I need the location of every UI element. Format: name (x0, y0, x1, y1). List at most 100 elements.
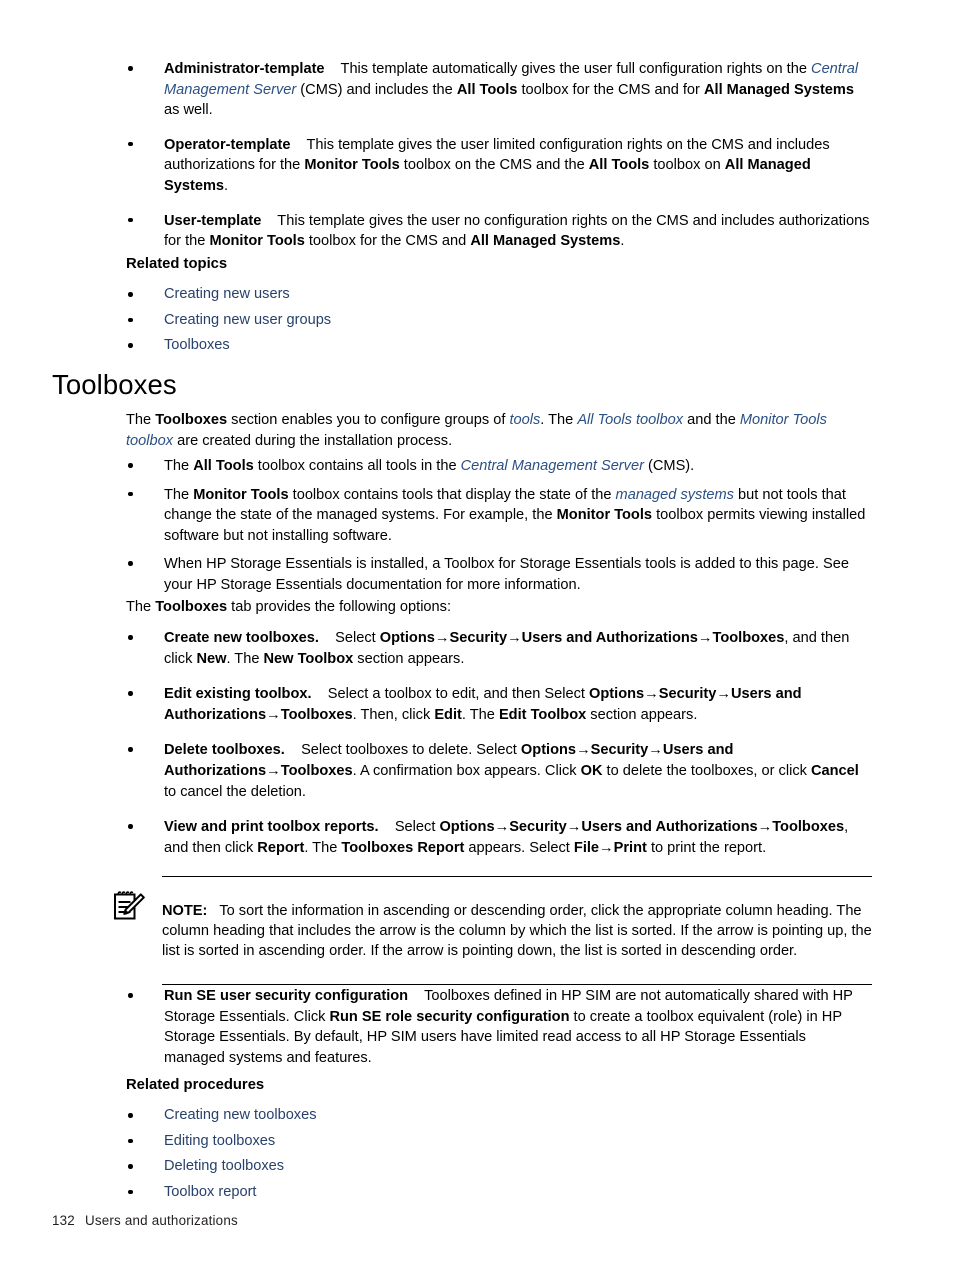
link-tools[interactable]: tools (509, 412, 540, 428)
bullet-icon (128, 691, 133, 696)
option-edit-existing-toolbox: Edit existing toolbox. Select a toolbox … (164, 686, 802, 723)
note-label: NOTE: (162, 902, 208, 919)
list-item: Creating new toolboxes (128, 1103, 870, 1129)
list-item: Create new toolboxes. Select Options→Sec… (128, 628, 870, 669)
list-item: Administrator-template This template aut… (128, 59, 870, 121)
note-paragraph: NOTE: To sort the information in ascendi… (162, 901, 872, 962)
bullet-icon (128, 993, 133, 998)
bullet-icon (128, 141, 133, 147)
template-user-paragraph: User-template This template gives the us… (164, 212, 870, 250)
term-label: User-template (164, 212, 262, 229)
bullet-icon (128, 217, 133, 223)
arrow-icon: → (599, 839, 614, 856)
bullet-icon (128, 491, 133, 497)
page-footer: 132 Users and authorizations (52, 1213, 238, 1228)
link-creating-new-users[interactable]: Creating new users (164, 286, 290, 302)
bullet-icon (128, 1189, 133, 1195)
list-item: View and print toolbox reports. Select O… (128, 817, 870, 858)
related-topics-heading: Related topics (126, 256, 228, 272)
section-heading-wrap: Toolboxes (52, 370, 882, 400)
bullet-icon (128, 1113, 133, 1118)
list-item: Delete toolboxes. Select toolboxes to de… (128, 740, 870, 802)
term-label: Create new toolboxes. (164, 630, 319, 646)
bullet-all-tools: The All Tools toolbox contains all tools… (164, 458, 695, 474)
se-security-bullet-wrap: Run SE user security configuration Toolb… (128, 986, 870, 1068)
bullet-icon (128, 292, 133, 297)
term-label: Administrator-template (164, 61, 325, 77)
option-view-print-toolbox-reports: View and print toolbox reports. Select O… (164, 819, 849, 856)
arrow-icon: → (757, 819, 773, 836)
note-body: NOTE: To sort the information in ascendi… (110, 877, 872, 984)
list-item: Creating new users (128, 282, 870, 308)
arrow-icon: → (716, 686, 731, 703)
bullet-icon (128, 1164, 133, 1169)
arrow-icon: → (266, 706, 281, 723)
related-procedures-heading-wrap: Related procedures (126, 1076, 870, 1095)
arrow-icon: → (434, 630, 450, 646)
toolbox-options-list: Create new toolboxes. Select Options→Sec… (128, 628, 870, 858)
note-text: To sort the information in ascending or … (162, 902, 872, 960)
tab-options-intro-paragraph: The Toolboxes tab provides the following… (126, 599, 452, 615)
note-admonition: NOTE: To sort the information in ascendi… (110, 876, 872, 986)
list-item: Operator-template This template gives th… (128, 135, 870, 197)
template-operator-paragraph: Operator-template This template gives th… (164, 136, 830, 194)
bullet-icon (128, 66, 133, 71)
list-item: User-template This template gives the us… (128, 211, 870, 252)
link-creating-new-user-groups[interactable]: Creating new user groups (164, 312, 331, 328)
list-item: Creating new user groups (128, 308, 870, 334)
term-label: View and print toolbox reports. (164, 819, 379, 836)
term-label: Delete toolboxes. (164, 742, 285, 759)
bullet-icon (128, 824, 133, 829)
bullet-icon (128, 635, 133, 640)
list-item: The All Tools toolbox contains all tools… (128, 456, 870, 477)
bullet-run-se-user-security-configuration: Run SE user security configuration Toolb… (164, 988, 853, 1066)
link-central-management-server[interactable]: Central Management Server (461, 458, 644, 474)
bullet-icon (128, 343, 133, 348)
list-item: Toolbox report (128, 1180, 870, 1206)
link-editing-toolboxes[interactable]: Editing toolboxes (164, 1133, 275, 1149)
arrow-icon: → (576, 742, 591, 759)
templates-list: Administrator-template This template aut… (128, 59, 870, 252)
link-creating-new-toolboxes[interactable]: Creating new toolboxes (164, 1107, 317, 1123)
related-procedures-heading: Related procedures (126, 1077, 265, 1093)
bullet-icon (128, 561, 133, 566)
link-toolbox-report[interactable]: Toolbox report (164, 1184, 256, 1200)
option-delete-toolboxes: Delete toolboxes. Select toolboxes to de… (164, 742, 859, 800)
arrow-icon: → (266, 762, 281, 779)
term-label: Run SE user security configuration (164, 988, 409, 1004)
arrow-icon: → (648, 742, 663, 759)
related-topics-list: Creating new users Creating new user gro… (128, 282, 870, 359)
footer-chapter-title: Users and authorizations (84, 1213, 238, 1228)
link-deleting-toolboxes[interactable]: Deleting toolboxes (164, 1158, 284, 1174)
related-procedures-list: Creating new toolboxes Editing toolboxes… (128, 1103, 870, 1205)
bullet-monitor-tools: The Monitor Tools toolbox contains tools… (164, 486, 866, 544)
list-item: Deleting toolboxes (128, 1154, 870, 1180)
page-title: Toolboxes (52, 369, 177, 400)
arrow-icon: → (644, 686, 659, 703)
arrow-icon: → (507, 630, 522, 646)
list-item: When HP Storage Essentials is installed,… (128, 554, 870, 595)
list-item: The Monitor Tools toolbox contains tools… (128, 485, 870, 547)
toolboxes-intro: The Toolboxes section enables you to con… (126, 410, 870, 451)
bullet-icon (128, 463, 133, 468)
list-item: Edit existing toolbox. Select a toolbox … (128, 684, 870, 725)
tab-options-intro: The Toolboxes tab provides the following… (126, 597, 870, 618)
option-create-new-toolboxes: Create new toolboxes. Select Options→Sec… (164, 630, 850, 667)
link-toolboxes[interactable]: Toolboxes (164, 337, 230, 353)
note-pencil-icon (112, 889, 146, 923)
arrow-icon: → (494, 819, 510, 836)
link-all-tools-toolbox[interactable]: All Tools toolbox (577, 412, 683, 428)
related-topics-heading-wrap: Related topics (126, 255, 870, 274)
list-item: Editing toolboxes (128, 1129, 870, 1155)
term-label: Operator-template (164, 136, 291, 153)
bullet-icon (128, 747, 133, 752)
list-item: Toolboxes (128, 333, 870, 359)
bullet-storage-essentials: When HP Storage Essentials is installed,… (164, 556, 849, 593)
toolboxes-bullet-list: The All Tools toolbox contains all tools… (128, 456, 870, 596)
list-item: Run SE user security configuration Toolb… (128, 986, 870, 1068)
document-page: Administrator-template This template aut… (0, 0, 954, 1271)
toolboxes-intro-paragraph: The Toolboxes section enables you to con… (126, 412, 827, 449)
term-label: Edit existing toolbox. (164, 686, 312, 703)
link-managed-systems[interactable]: managed systems (616, 487, 734, 503)
bullet-icon (128, 317, 133, 323)
